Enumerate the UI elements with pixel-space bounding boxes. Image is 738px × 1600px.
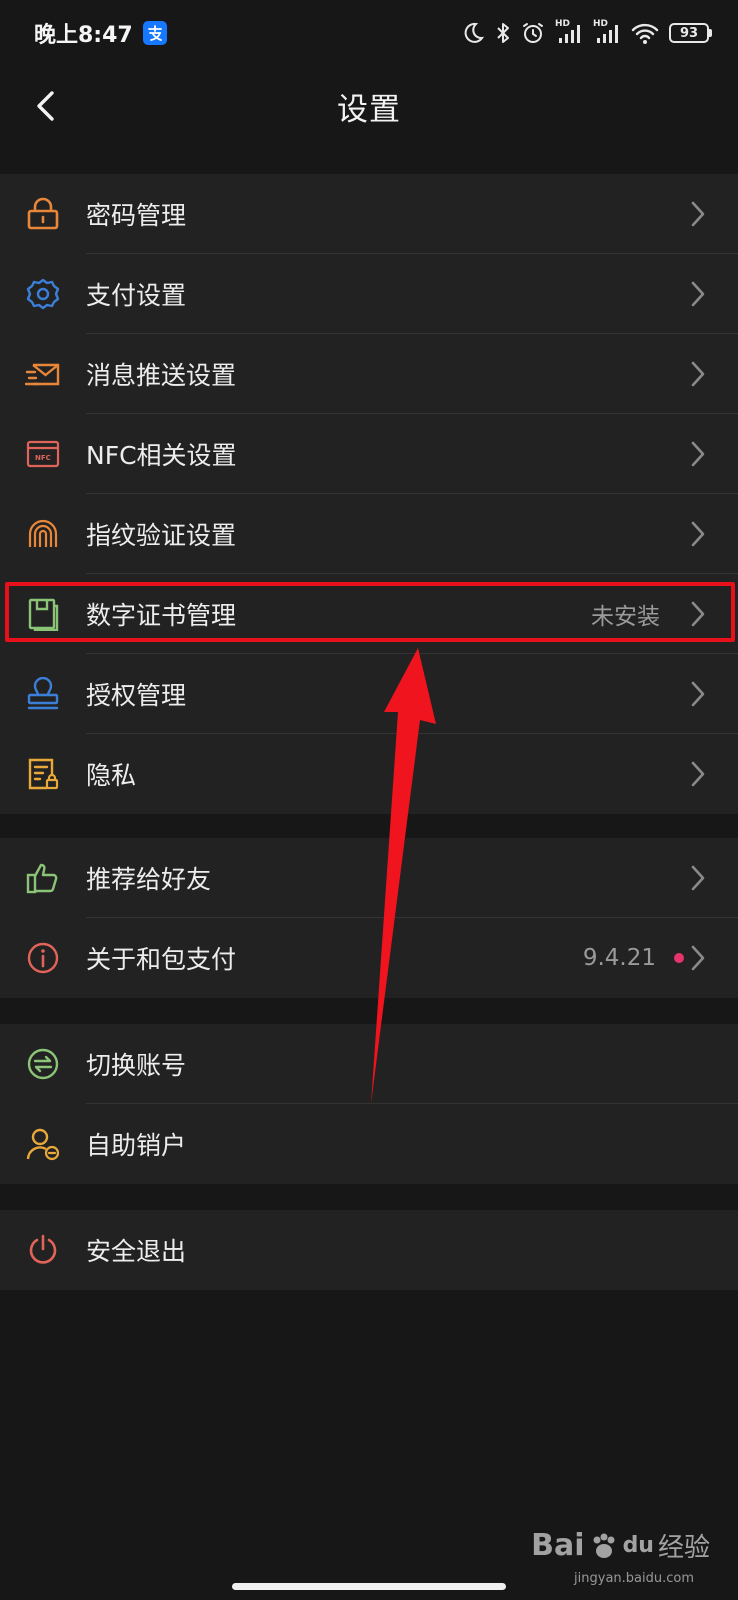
watermark-url: jingyan.baidu.com	[574, 1571, 694, 1586]
baidu-jingyan-watermark: Bai du 经验	[531, 1528, 710, 1563]
red-arrow-annotation-icon	[371, 648, 436, 1104]
home-indicator[interactable]	[232, 1583, 506, 1590]
paw-icon	[593, 1533, 615, 1558]
